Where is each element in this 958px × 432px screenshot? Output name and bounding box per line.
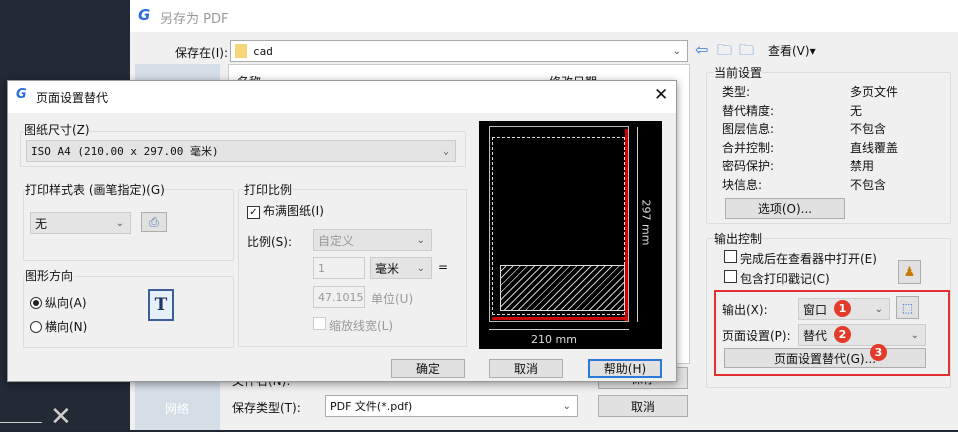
setting-value: 多页文件 <box>850 85 899 99</box>
plot-style-value: 无 <box>35 216 48 231</box>
current-settings-title: 当前设置 <box>714 64 763 81</box>
back-icon[interactable]: ⇦ <box>695 40 708 59</box>
crosshair-icon: ✕ <box>50 402 72 432</box>
options-button[interactable]: 选项(O)... <box>725 198 845 219</box>
paper-size-combo[interactable]: ISO A4 (210.00 x 297.00 毫米) ⌄ <box>26 140 456 162</box>
fit-to-paper-checkbox[interactable]: ✓ 布满图纸(I) <box>247 202 324 219</box>
setting-label: 密码保护: <box>722 159 775 173</box>
setting-value: 直线覆盖 <box>850 140 899 155</box>
margin-right <box>625 129 628 321</box>
plot-style-combo[interactable]: 无 ⌄ <box>30 212 131 234</box>
paper-preview: 210 mm 297 mm <box>479 121 662 349</box>
new-folder-icon[interactable]: 🗀 <box>739 40 754 65</box>
step-badge-2: 2 <box>834 326 851 343</box>
scale-num-input[interactable]: 1 <box>313 257 365 279</box>
filetype-label: 保存类型(T): <box>232 401 301 415</box>
printer-icon: ⎙ <box>149 214 159 229</box>
setting-value: 不包含 <box>850 122 887 136</box>
title-bar: G 另存为 PDF <box>130 0 958 32</box>
scale-lineweights-checkbox[interactable]: 缩放线宽(L) <box>313 317 393 334</box>
cancel-button[interactable]: 取消 <box>489 359 563 378</box>
landscape-radio[interactable]: 横向(N) <box>30 318 87 335</box>
app-logo-icon: G <box>138 6 151 24</box>
ok-button[interactable]: 确定 <box>391 359 465 378</box>
chevron-down-icon: ⌄ <box>672 45 681 57</box>
portrait-radio[interactable]: 纵向(A) <box>30 294 87 311</box>
include-stamp-checkbox[interactable]: 包含打印戳记(C) <box>724 270 830 287</box>
scale-value: 自定义 <box>318 233 355 248</box>
chevron-down-icon: ⌄ <box>416 262 425 274</box>
scale-units-input[interactable]: 47.1015 <box>313 286 365 308</box>
output-label: 输出(X): <box>722 303 768 317</box>
pick-window-icon: ⬚ <box>901 300 914 315</box>
page-setup-override-dialog: G 页面设置替代 ✕ 图纸尺寸(Z) ISO A4 (210.00 x 297.… <box>7 80 677 382</box>
help-button[interactable]: 帮助(H) <box>588 359 662 378</box>
paper-size-label: 图纸尺寸(Z) <box>24 121 90 138</box>
setting-label: 图层信息: <box>722 122 775 136</box>
step-badge-1: 1 <box>834 300 851 317</box>
filetype-value: PDF 文件(*.pdf) <box>330 400 413 413</box>
portrait-orientation-icon: T <box>148 289 174 321</box>
scale-label: 比例(S): <box>247 235 293 249</box>
settings-labels: 类型: 替代精度: 图层信息: 合并控制: 密码保护: 块信息: <box>722 83 774 194</box>
page-setup-label: 页面设置(P): <box>722 329 791 343</box>
orientation-group <box>23 276 234 348</box>
stamp-icon: ♟ <box>903 264 916 280</box>
plot-region-hatch <box>500 265 625 311</box>
chevron-down-icon: ⌄ <box>874 303 883 315</box>
page-setup-override-button[interactable]: 页面设置替代(G)... <box>724 348 926 368</box>
settings-values: 多页文件 无 不包含 直线覆盖 禁用 不包含 <box>850 83 898 194</box>
chevron-down-icon: ⌄ <box>442 145 449 157</box>
plot-style-label: 打印样式表 (画笔指定)(G) <box>25 181 165 198</box>
paper-size-value: ISO A4 (210.00 x 297.00 毫米) <box>31 145 219 158</box>
preview-width-label: 210 mm <box>531 333 577 346</box>
unit-combo[interactable]: 毫米 ⌄ <box>370 257 432 279</box>
save-in-label: 保存在(I): <box>175 46 228 60</box>
edit-plot-style-button[interactable]: ⎙ <box>141 212 167 232</box>
stamp-settings-button[interactable]: ♟ <box>898 260 921 284</box>
setting-label: 合并控制: <box>722 140 775 155</box>
setting-value: 不包含 <box>850 177 887 192</box>
cad-line <box>0 422 42 423</box>
close-icon[interactable]: ✕ <box>654 85 668 105</box>
step-badge-3: 3 <box>870 344 887 361</box>
view-menu[interactable]: 查看(V)▾ <box>768 42 816 59</box>
dialog-title-bar: G 页面设置替代 ✕ <box>8 81 676 113</box>
height-dimension-line <box>637 127 638 322</box>
chevron-down-icon: ⌄ <box>910 329 919 341</box>
page-setup-combo[interactable]: 替代 ⌄ <box>798 324 926 346</box>
orientation-label: 图形方向 <box>25 267 74 284</box>
scale-combo[interactable]: 自定义 ⌄ <box>313 229 432 251</box>
output-value: 窗口 <box>803 302 828 317</box>
setting-label: 类型: <box>722 85 751 99</box>
dialog-title: 页面设置替代 <box>36 91 109 105</box>
margin-bottom <box>492 317 628 320</box>
setting-label: 替代精度: <box>722 103 775 118</box>
pick-window-button[interactable]: ⬚ <box>896 296 919 319</box>
chevron-down-icon: ⌄ <box>562 400 571 412</box>
chevron-down-icon: ⌄ <box>115 217 124 229</box>
open-in-viewer-checkbox[interactable]: 完成后在查看器中打开(E) <box>724 250 877 267</box>
units-label: 单位(U) <box>371 292 414 306</box>
unit-value: 毫米 <box>375 261 400 276</box>
plot-scale-label: 打印比例 <box>244 181 293 198</box>
output-control-title: 输出控制 <box>714 230 763 247</box>
width-dimension-line <box>489 329 629 330</box>
page-setup-value: 替代 <box>803 328 828 343</box>
dialog-title: 另存为 PDF <box>160 12 229 27</box>
cancel-button[interactable]: 取消 <box>598 395 688 417</box>
preview-height-label: 297 mm <box>639 199 653 246</box>
save-in-combo[interactable]: cad ⌄ <box>230 40 688 62</box>
chevron-down-icon: ⌄ <box>416 234 425 246</box>
folder-icon <box>235 44 247 58</box>
up-folder-icon[interactable]: 🗀 <box>717 40 732 65</box>
setting-value: 禁用 <box>850 159 875 173</box>
sidebar-item-network[interactable]: 网络 <box>165 400 189 417</box>
app-logo-icon: G <box>16 87 27 102</box>
setting-value: 无 <box>850 103 863 118</box>
setting-label: 块信息: <box>722 177 763 192</box>
save-in-value: cad <box>253 44 273 58</box>
filetype-combo[interactable]: PDF 文件(*.pdf) ⌄ <box>325 395 578 417</box>
equals-sign: = <box>438 260 449 274</box>
